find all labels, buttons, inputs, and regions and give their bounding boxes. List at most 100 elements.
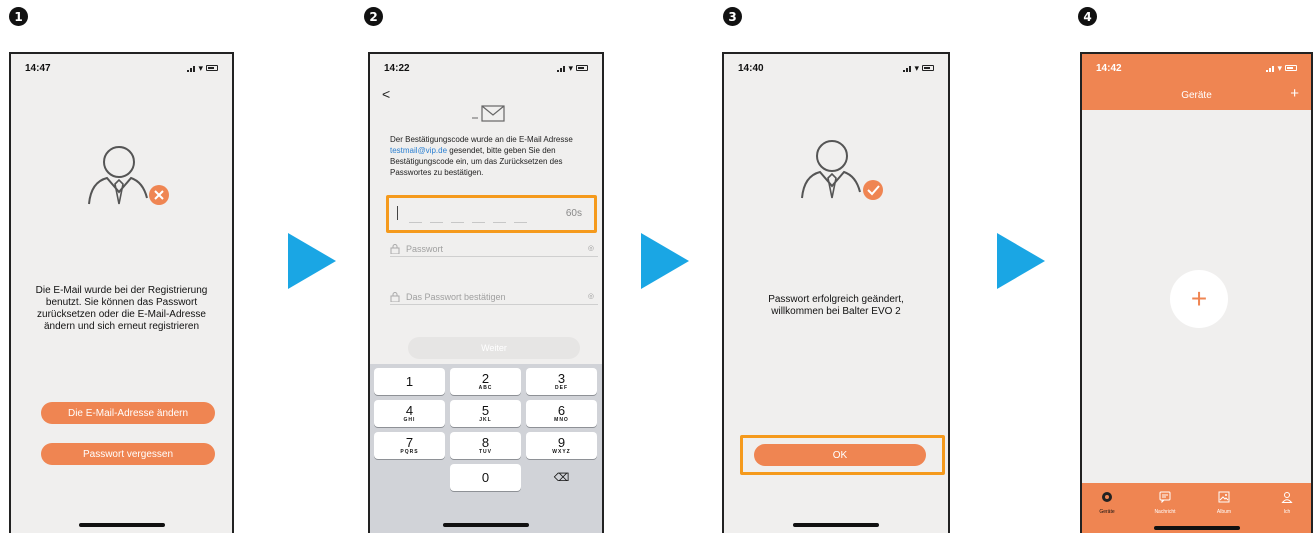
step-number-1: 1 — [9, 7, 28, 26]
signal-icon — [1266, 65, 1275, 72]
key-4[interactable]: 4 GHI — [374, 400, 445, 427]
verification-code-input[interactable]: 60s — [386, 195, 597, 233]
status-bar: 14:47 ▾ — [11, 54, 232, 82]
key-digit: 2 — [481, 371, 490, 386]
devices-header: 14:42 ▾ Geräte + — [1082, 54, 1311, 110]
person-icon — [1267, 491, 1307, 503]
user-error-icon — [85, 142, 175, 212]
key-letters: JKL — [479, 417, 492, 423]
success-message: Passwort erfolgreich geändert, willkomme… — [734, 294, 938, 318]
text-cursor — [397, 206, 398, 220]
key-0[interactable]: 0 — [450, 464, 521, 491]
key-letters: PQRS — [400, 449, 419, 455]
signal-icon — [903, 65, 912, 72]
key-digit: 6 — [557, 403, 566, 418]
resend-timer: 60s — [565, 208, 582, 219]
status-time: 14:47 — [25, 62, 51, 74]
key-5[interactable]: 5 JKL — [450, 400, 521, 427]
key-digit: 7 — [405, 435, 414, 450]
image-icon — [1204, 491, 1244, 503]
back-button[interactable]: < — [382, 86, 390, 102]
next-button[interactable]: Weiter — [408, 337, 580, 359]
home-indicator[interactable] — [443, 523, 529, 527]
message-icon — [1145, 491, 1185, 503]
instruction-text: Der Bestätigungscode wurde an die E-Mail… — [390, 135, 573, 144]
key-letters: TUV — [479, 449, 492, 455]
key-6[interactable]: 6 MNO — [526, 400, 597, 427]
status-icons: ▾ — [557, 62, 588, 73]
wifi-icon: ▾ — [568, 62, 573, 73]
key-letters: DEF — [555, 385, 568, 391]
tab-label: Album — [1216, 509, 1232, 515]
password-field[interactable]: Passwort ◎ — [390, 241, 598, 257]
key-2[interactable]: 2 ABC — [450, 368, 521, 395]
status-icons: ▾ — [1266, 62, 1297, 73]
message-line: Die E-Mail wurde bei der Registrierung — [35, 285, 208, 296]
camera-icon — [1087, 491, 1127, 503]
tab-me[interactable]: Ich — [1267, 491, 1307, 515]
next-step-arrow — [997, 233, 1045, 289]
phone-screen-devices: 14:42 ▾ Geräte + + Geräte Nachricht Albu… — [1080, 52, 1313, 533]
phone-screen-email-in-use: 14:47 ▾ Die E-Mail wurde bei der Registr… — [9, 52, 234, 533]
key-digit: 8 — [481, 435, 490, 450]
key-letters: MNO — [554, 417, 569, 423]
phone-screen-password-changed: 14:40 ▾ Passwort erfolgreich geändert, w… — [722, 52, 950, 533]
message-line: benutzt. Sie können das Passwort — [45, 297, 198, 308]
battery-icon — [922, 65, 934, 71]
key-digit: 4 — [405, 403, 414, 418]
show-password-icon[interactable]: ◎ — [588, 244, 594, 252]
step-number-2: 2 — [364, 7, 383, 26]
key-letters: ABC — [478, 385, 493, 391]
lock-icon — [390, 243, 401, 254]
key-3[interactable]: 3 DEF — [526, 368, 597, 395]
home-indicator[interactable] — [78, 523, 165, 527]
message-line: Passwort erfolgreich geändert, — [768, 294, 904, 305]
key-7[interactable]: 7 PQRS — [374, 432, 445, 459]
key-9[interactable]: 9 WXYZ — [526, 432, 597, 459]
user-success-icon — [798, 136, 890, 206]
status-bar: 14:42 ▾ — [1082, 54, 1311, 82]
step-number-4: 4 — [1078, 7, 1097, 26]
add-icon[interactable]: + — [1290, 85, 1299, 102]
signal-icon — [187, 65, 196, 72]
battery-icon — [576, 65, 588, 71]
code-digit-slot — [472, 222, 485, 223]
code-digit-slot — [514, 222, 527, 223]
email-address: testmail@vip.de — [390, 146, 448, 155]
show-password-icon[interactable]: ◎ — [588, 292, 594, 300]
wifi-icon: ▾ — [198, 62, 203, 73]
wifi-icon: ▾ — [1277, 62, 1282, 73]
key-8[interactable]: 8 TUV — [450, 432, 521, 459]
key-digit: 3 — [557, 371, 566, 386]
status-bar: 14:22 ▾ — [370, 54, 602, 82]
tab-label: Nachricht — [1154, 509, 1176, 515]
key-digit: 9 — [557, 435, 566, 450]
tab-messages[interactable]: Nachricht — [1145, 491, 1185, 515]
code-digit-slot — [430, 222, 443, 223]
add-device-button[interactable]: + — [1170, 270, 1228, 328]
delete-key[interactable]: ⌫ — [526, 464, 597, 491]
code-digit-slot — [451, 222, 464, 223]
change-email-button[interactable]: Die E-Mail-Adresse ändern — [41, 402, 215, 424]
envelope-icon — [470, 104, 506, 129]
password-placeholder: Passwort — [406, 243, 444, 254]
confirm-password-placeholder: Das Passwort bestätigen — [406, 291, 506, 302]
key-1[interactable]: 1 — [374, 368, 445, 395]
home-indicator[interactable] — [793, 523, 879, 527]
tab-album[interactable]: Album — [1204, 491, 1244, 515]
forgot-password-button[interactable]: Passwort vergessen — [41, 443, 215, 465]
message-line: willkommen bei Balter EVO 2 — [771, 306, 901, 317]
lock-icon — [390, 291, 401, 302]
step-number-3: 3 — [723, 7, 742, 26]
tab-devices[interactable]: Geräte — [1087, 491, 1127, 515]
phone-screen-verification-code: 14:22 ▾ < Der Bestätigungscode wurde an … — [368, 52, 604, 533]
key-digit: 5 — [481, 403, 490, 418]
home-indicator[interactable] — [1153, 526, 1240, 530]
signal-icon — [557, 65, 566, 72]
battery-icon — [206, 65, 218, 71]
status-icons: ▾ — [903, 63, 934, 73]
ok-button[interactable]: OK — [754, 444, 926, 466]
status-icons: ▾ — [187, 62, 218, 73]
confirm-password-field[interactable]: Das Passwort bestätigen ◎ — [390, 289, 598, 305]
tab-label: Ich — [1283, 509, 1291, 515]
